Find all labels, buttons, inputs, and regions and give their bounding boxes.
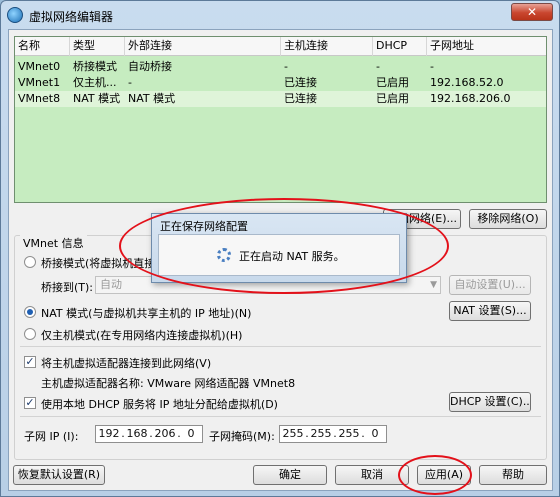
close-button[interactable]: ✕	[511, 3, 553, 21]
cancel-button[interactable]: 取消	[335, 465, 409, 485]
vmnet-info-label: VMnet 信息	[20, 235, 87, 251]
cell-name: VMnet8	[18, 92, 61, 105]
host-only-mode-radio[interactable]	[24, 328, 36, 340]
cell-external: 自动桥接	[128, 60, 172, 73]
use-dhcp-label: 使用本地 DHCP 服务将 IP 地址分配给虚拟机(D)	[41, 398, 278, 411]
cell-subnet: 192.168.206.0	[430, 92, 511, 105]
subnet-mask-octet: 255	[338, 427, 360, 440]
column-header-subnet[interactable]: 子网地址	[427, 37, 546, 56]
cell-type: 仅主机...	[73, 76, 117, 89]
adapter-name-label: 主机虚拟适配器名称: VMware 网络适配器 VMnet8	[41, 377, 296, 390]
subnet-mask-input[interactable]: 255 . 255 . 255 . 0	[279, 425, 387, 443]
chevron-down-icon: ▼	[430, 280, 437, 290]
cell-subnet: -	[430, 60, 434, 73]
network-table[interactable]: 名称 类型 外部连接 主机连接 DHCP 子网地址 VMnet0 桥接模式 自动…	[14, 36, 547, 203]
subnet-ip-label: 子网 IP (I):	[24, 430, 79, 443]
subnet-ip-input[interactable]: 192 . 168 . 206 . 0	[95, 425, 203, 443]
column-header-external[interactable]: 外部连接	[125, 37, 281, 56]
help-button[interactable]: 帮助	[479, 465, 547, 485]
divider	[20, 346, 541, 347]
cell-host: 已连接	[284, 76, 317, 89]
subnet-mask-octet: 0	[371, 427, 379, 440]
dhcp-settings-button[interactable]: DHCP 设置(C)...	[449, 392, 531, 412]
subnet-ip-octet: 168	[126, 427, 148, 440]
column-header-host[interactable]: 主机连接	[281, 37, 373, 56]
divider	[20, 416, 541, 417]
ok-button[interactable]: 确定	[253, 465, 327, 485]
cell-type: 桥接模式	[73, 60, 117, 73]
subnet-mask-octet: 255	[310, 427, 332, 440]
subnet-mask-label: 子网掩码(M):	[209, 430, 275, 443]
cell-name: VMnet0	[18, 60, 61, 73]
auto-settings-button[interactable]: 自动设置(U)...	[449, 275, 531, 295]
bridged-to-value: 自动	[100, 278, 122, 291]
table-header: 名称 类型 外部连接 主机连接 DHCP 子网地址	[15, 37, 546, 56]
column-header-name[interactable]: 名称	[15, 37, 70, 56]
table-row-selected[interactable]: VMnet8 NAT 模式 NAT 模式 已连接 已启用 192.168.206…	[15, 91, 546, 107]
apply-button[interactable]: 应用(A)	[417, 465, 471, 485]
restore-defaults-button[interactable]: 恢复默认设置(R)	[13, 465, 105, 485]
subnet-mask-octet: 255	[282, 427, 304, 440]
progress-message: 正在启动 NAT 服务。	[239, 250, 345, 263]
bridged-mode-label: 桥接模式(将虚拟机直接	[41, 257, 156, 270]
subnet-ip-octet: 192	[98, 427, 120, 440]
nat-mode-radio[interactable]	[24, 306, 36, 318]
connect-adapter-checkbox[interactable]: ✓	[24, 356, 36, 368]
cell-dhcp: 已启用	[376, 76, 409, 89]
saving-progress-dialog: 正在保存网络配置 正在启动 NAT 服务。	[151, 213, 407, 283]
cell-subnet: 192.168.52.0	[430, 76, 504, 89]
progress-dialog-body: 正在启动 NAT 服务。	[158, 234, 400, 276]
remove-network-button[interactable]: 移除网络(O)	[469, 209, 547, 229]
progress-dialog-title: 正在保存网络配置	[160, 220, 248, 233]
cell-dhcp: -	[376, 60, 380, 73]
cell-external: NAT 模式	[128, 92, 176, 105]
use-dhcp-checkbox[interactable]: ✓	[24, 397, 36, 409]
cell-host: -	[284, 60, 288, 73]
nat-mode-label: NAT 模式(与虚拟机共享主机的 IP 地址)(N)	[41, 307, 252, 320]
table-row[interactable]: VMnet0 桥接模式 自动桥接 - - -	[15, 59, 546, 75]
cell-name: VMnet1	[18, 76, 61, 89]
cell-type: NAT 模式	[73, 92, 121, 105]
window-title: 虚拟网络编辑器	[29, 10, 114, 24]
network-globe-icon	[7, 7, 23, 23]
nat-settings-button[interactable]: NAT 设置(S)...	[449, 301, 531, 321]
column-header-dhcp[interactable]: DHCP	[373, 37, 427, 56]
table-row[interactable]: VMnet1 仅主机... - 已连接 已启用 192.168.52.0	[15, 75, 546, 91]
subnet-ip-octet: 0	[187, 427, 195, 440]
column-header-type[interactable]: 类型	[70, 37, 125, 56]
host-only-mode-label: 仅主机模式(在专用网络内连接虚拟机)(H)	[41, 329, 243, 342]
subnet-ip-octet: 206	[154, 427, 176, 440]
virtual-network-editor-window: 虚拟网络编辑器 ✕ 名称 类型 外部连接 主机连接 DHCP 子网地址 VMne…	[0, 0, 560, 497]
connect-adapter-label: 将主机虚拟适配器连接到此网络(V)	[41, 357, 212, 370]
cell-host: 已连接	[284, 92, 317, 105]
bridged-to-label: 桥接到(T):	[41, 281, 94, 294]
title-bar[interactable]: 虚拟网络编辑器 ✕	[1, 1, 559, 29]
cell-dhcp: 已启用	[376, 92, 409, 105]
spinner-icon	[217, 248, 231, 262]
bridged-mode-radio[interactable]	[24, 256, 36, 268]
cell-external: -	[128, 76, 132, 89]
